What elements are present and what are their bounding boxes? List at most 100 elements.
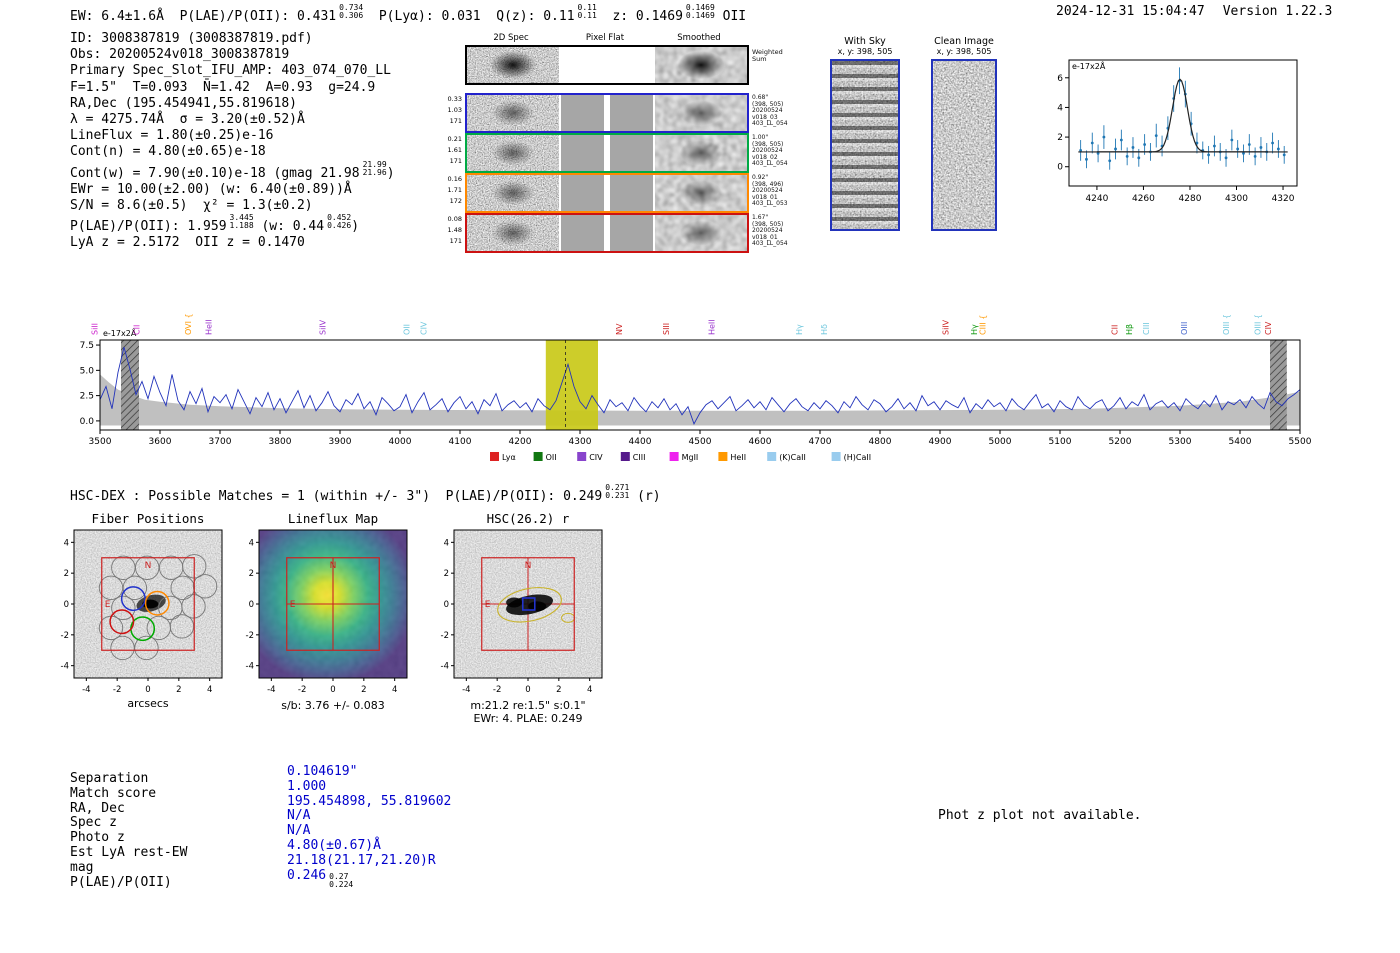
match-table-row: Spec z N/A	[70, 808, 451, 830]
masked-region	[1270, 340, 1287, 430]
column-header: Smoothed	[677, 33, 721, 43]
svg-text:3700: 3700	[209, 437, 232, 447]
svg-text:2: 2	[1057, 133, 1063, 143]
emission-line-label: CIV	[1264, 321, 1273, 335]
legend-label: MgII	[682, 453, 699, 462]
svg-text:4400: 4400	[629, 437, 652, 447]
emission-line-label: SiIV	[319, 319, 328, 335]
cutout-row	[465, 133, 749, 173]
data-point	[1282, 153, 1286, 157]
svg-text:2: 2	[444, 569, 449, 579]
row-fiber-weights: 0.08 1.48 171	[447, 215, 462, 245]
smooth-cell	[655, 135, 747, 171]
lineflux-map-title: Lineflux Map	[287, 511, 379, 526]
svg-text:4: 4	[587, 685, 592, 695]
row-fiber-weights: 0.16 1.71 172	[447, 175, 462, 205]
report-timestamp: 2024-12-31 15:04:47 Version 1.22.3	[1056, 4, 1332, 20]
info-line: Primary Spec_Slot_IFU_AMP: 403_074_070_L…	[70, 63, 391, 79]
smooth-cell	[655, 47, 747, 83]
emission-line-label: HeII	[707, 319, 716, 335]
svg-text:4280: 4280	[1179, 194, 1202, 204]
svg-text:4300: 4300	[569, 437, 592, 447]
svg-text:-4: -4	[441, 662, 449, 672]
match-table-value: 0.246	[287, 867, 327, 883]
data-point	[1137, 156, 1141, 160]
data-point	[1108, 159, 1112, 163]
cutout-row	[465, 45, 749, 85]
flat-cell	[561, 215, 653, 251]
svg-text:3500: 3500	[89, 437, 112, 447]
highlight-band	[545, 340, 598, 430]
row-annotation: 0.92" (398, 496) 20200524 v018_01 403_LL_053	[752, 174, 788, 208]
data-point	[1213, 144, 1216, 148]
row-annotation: 0.68" (398, 505) 20200524 v018_03 403_LL_054	[752, 94, 788, 128]
row-fiber-weights: 0.21 1.61 171	[447, 135, 462, 165]
legend-label: HeII	[730, 453, 746, 462]
svg-text:5.0: 5.0	[80, 366, 95, 376]
emission-line-label: CIII {	[979, 315, 988, 335]
hsc-cutout-plot: -4 -4 -2 -2 0 0 2 2 4 4 N E	[414, 526, 620, 714]
svg-text:-2: -2	[493, 685, 501, 695]
fiber-positions-plot-svg: -4 -4 -2 -2 0 0 2 2 4 4 N E	[61, 529, 223, 695]
legend-label: (K)CaII	[779, 453, 806, 462]
data-point	[1119, 138, 1123, 142]
emission-line-label: SiII	[91, 323, 100, 335]
linefit-unit-label: e-17x2Å	[1072, 60, 1106, 71]
svg-text:2: 2	[176, 685, 181, 695]
svg-text:7.5: 7.5	[80, 341, 94, 351]
svg-text:4300: 4300	[1225, 194, 1248, 204]
svg-text:4: 4	[207, 685, 212, 695]
info-line: EWr = 10.00(±2.00) (w: 6.40(±0.89))Å	[70, 181, 352, 197]
flat-cell	[561, 175, 653, 211]
info-line: S/N = 8.6(±0.5) χ² = 1.3(±0.2)	[70, 198, 313, 214]
hsc-cutout-title: HSC(26.2) r	[486, 511, 570, 526]
svg-text:-2: -2	[298, 685, 306, 695]
svg-text:0.0: 0.0	[80, 417, 95, 427]
svg-text:4100: 4100	[449, 437, 472, 447]
svg-text:4240: 4240	[1085, 194, 1108, 204]
lineflux-map-plot: -4 -4 -2 -2 0 0 2 2 4 4 N E	[219, 526, 425, 714]
flat-cell	[561, 95, 653, 131]
emission-line-label: NV	[615, 323, 624, 335]
match-table-value: 195.454898, 55.819602	[287, 793, 452, 809]
spec-cell	[467, 135, 559, 171]
svg-text:2: 2	[64, 569, 69, 579]
with-sky-image	[830, 59, 900, 231]
row-annotation: 1.67" (398, 505) 20200524 v018_01 403_LL_054	[752, 214, 788, 248]
svg-text:0: 0	[330, 685, 335, 695]
emission-line-label: SIII	[662, 323, 671, 335]
with-sky-title: With Sky	[844, 36, 886, 47]
data-point	[1259, 146, 1263, 149]
fiber-xlabel: arcsecs	[127, 697, 169, 710]
svg-text:-2: -2	[61, 631, 69, 641]
cutout-row	[465, 93, 749, 133]
noise-envelope	[100, 374, 1300, 426]
north-label: N	[525, 561, 532, 571]
data-point	[1125, 154, 1129, 158]
info-line: Cont(n) = 4.80(±0.65)e-18	[70, 144, 266, 160]
smooth-cell	[655, 175, 747, 211]
match-table-value: 4.80(±0.67)Å	[287, 837, 381, 853]
legend-label: OII	[546, 453, 557, 462]
match-table-value: 1.000	[287, 778, 327, 794]
gaussian-fit-curve	[1096, 78, 1268, 153]
svg-text:0: 0	[145, 685, 150, 695]
svg-text:5200: 5200	[1109, 437, 1132, 447]
smooth-cell	[655, 95, 747, 131]
east-label: E	[485, 600, 491, 610]
svg-text:2: 2	[249, 569, 254, 579]
svg-text:4: 4	[64, 538, 69, 548]
data-point	[1236, 147, 1240, 151]
svg-text:4260: 4260	[1132, 194, 1155, 204]
info-line: λ = 4275.74Å σ = 3.20(±0.52)Å	[70, 112, 305, 128]
legend-label: CIII	[633, 453, 646, 462]
row-annotation: 1.00" (398, 505) 20200524 v018_02 403_LL_054	[752, 134, 788, 168]
spectrum-svg: 0.0 2.5 5.0 7.5 3500 3600 3700 3800 3900 4000 4100…	[80, 313, 1312, 462]
match-table-row: P(LAE)/P(OII) 0.246 0.27 0.224	[70, 867, 354, 890]
svg-text:-2: -2	[113, 685, 121, 695]
svg-text:0: 0	[1057, 163, 1063, 173]
version-label: Version 1.22.3	[1222, 4, 1333, 19]
legend-swatch	[767, 452, 777, 461]
svg-text:-4: -4	[267, 685, 275, 695]
svg-text:3600: 3600	[149, 437, 172, 447]
